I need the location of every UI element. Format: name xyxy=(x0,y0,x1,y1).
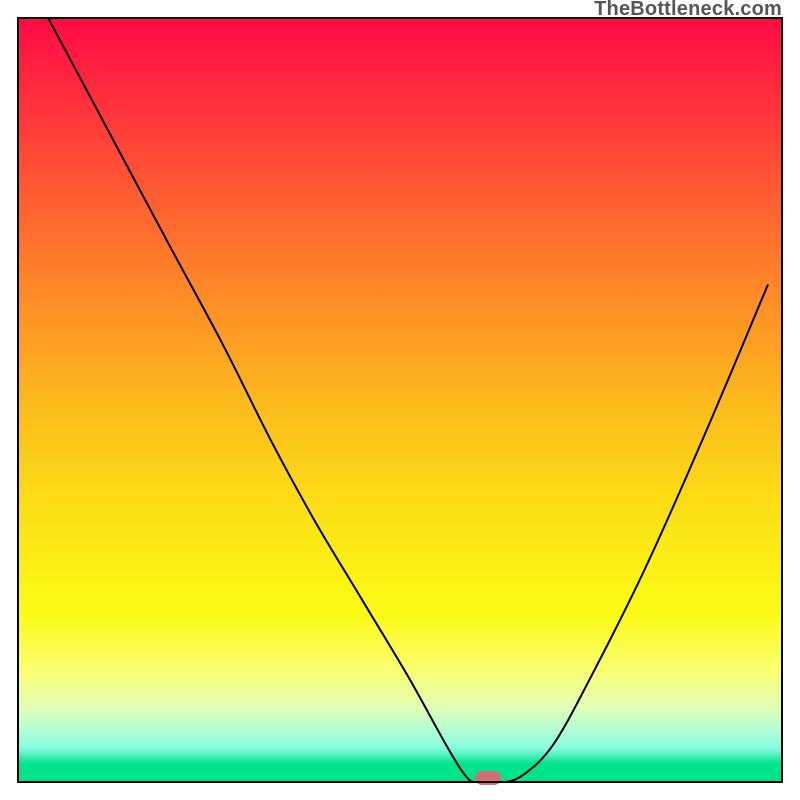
optimal-point-marker xyxy=(475,771,501,785)
chart-background-gradient xyxy=(17,17,783,783)
chart-container: TheBottleneck.com xyxy=(0,0,800,800)
watermark-text: TheBottleneck.com xyxy=(594,0,782,21)
